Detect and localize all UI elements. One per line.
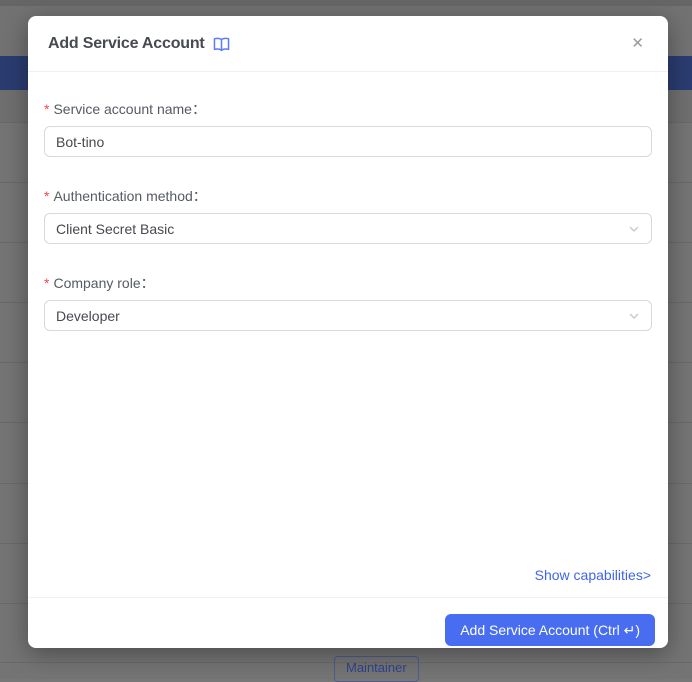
modal-body: *Service account name： *Authentication m… (28, 72, 668, 597)
service-account-name-input[interactable] (44, 126, 652, 157)
modal-title: Add Service Account (48, 35, 230, 53)
field-authentication-method: * Authentication method： Client Secret Ba… (44, 185, 652, 244)
company-role-label: * Company role： (44, 275, 155, 291)
field-company-role: * Company role： Developer (44, 272, 652, 331)
modal-title-text: Add Service Account (48, 34, 205, 52)
required-asterisk: * (44, 275, 50, 291)
show-capabilities-link[interactable]: Show capabilities> (535, 567, 651, 583)
company-role-select[interactable]: Developer (44, 300, 652, 331)
required-asterisk: * (44, 101, 50, 117)
service-account-name-label: * Service account name： (44, 101, 206, 117)
chevron-down-icon (628, 223, 640, 235)
close-icon[interactable]: ✕ (627, 32, 648, 55)
capabilities-row: Show capabilities> (44, 567, 652, 597)
chevron-down-icon (628, 310, 640, 322)
add-service-account-button[interactable]: Add Service Account (Ctrl ↵) (445, 614, 655, 646)
field-service-account-name: * Service account name： (44, 98, 652, 157)
open-book-icon (213, 37, 230, 52)
selected-value: Client Secret Basic (56, 220, 175, 237)
required-asterisk: * (44, 188, 50, 204)
modal-header: Add Service Account ✕ (28, 16, 668, 72)
selected-value: Developer (56, 307, 120, 324)
modal-footer: Add Service Account (Ctrl ↵) (28, 597, 668, 648)
authentication-method-label: * Authentication method： (44, 188, 207, 204)
authentication-method-select[interactable]: Client Secret Basic (44, 213, 652, 244)
add-service-account-modal: Add Service Account ✕ * Service account n… (28, 16, 668, 648)
